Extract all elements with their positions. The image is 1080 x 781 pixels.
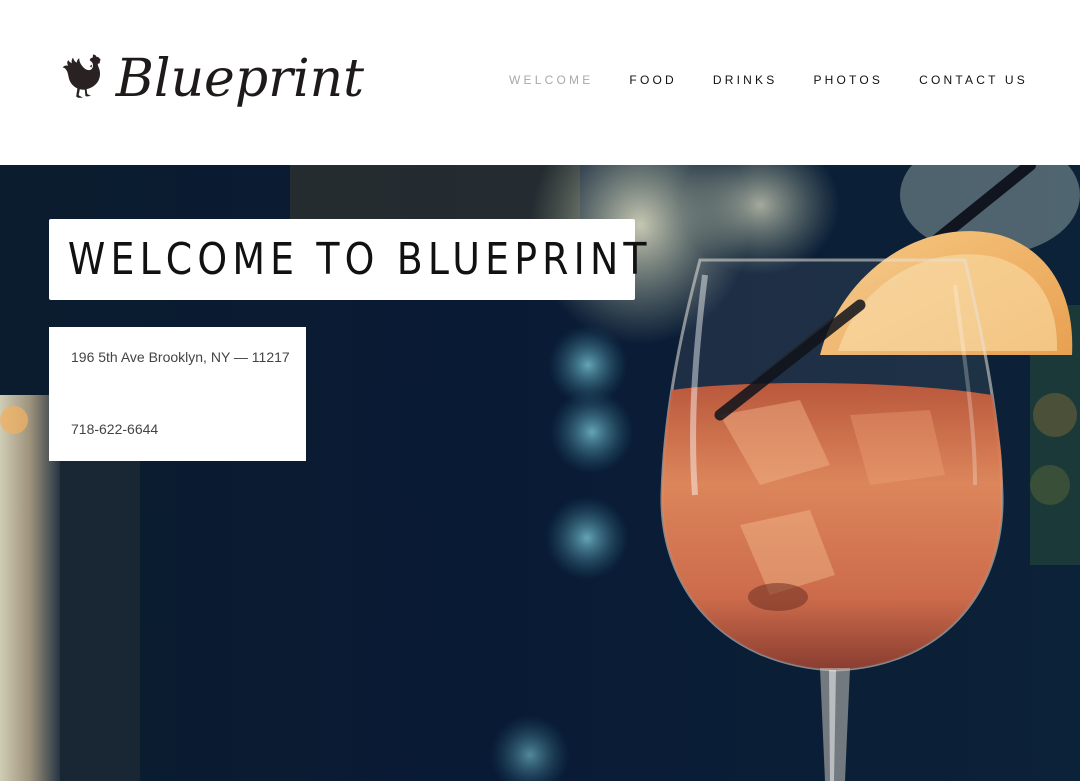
site-header: Blueprint WELCOME FOOD DRINKS PHOTOS CON… <box>0 0 1080 165</box>
brand-logo-link[interactable]: Blueprint <box>54 36 364 120</box>
hero-title-box: WELCOME TO BLUEPRINT <box>49 219 647 300</box>
rooster-icon <box>62 53 101 98</box>
brand-wordmark: Blueprint <box>115 49 364 109</box>
nav-welcome[interactable]: WELCOME <box>509 73 593 87</box>
nav-photos[interactable]: PHOTOS <box>813 73 883 87</box>
phone-number[interactable]: 718-622-6644 <box>71 421 158 437</box>
contact-info-box: 196 5th Ave Brooklyn, NY — 11217 718-622… <box>49 327 306 461</box>
main-nav: WELCOME FOOD DRINKS PHOTOS CONTACT US <box>509 73 1028 87</box>
nav-contact-us[interactable]: CONTACT US <box>919 73 1028 87</box>
nav-food[interactable]: FOOD <box>629 73 676 87</box>
nav-drinks[interactable]: DRINKS <box>713 73 778 87</box>
page-title: WELCOME TO BLUEPRINT <box>67 234 652 285</box>
address-text: 196 5th Ave Brooklyn, NY — 11217 <box>71 349 290 365</box>
